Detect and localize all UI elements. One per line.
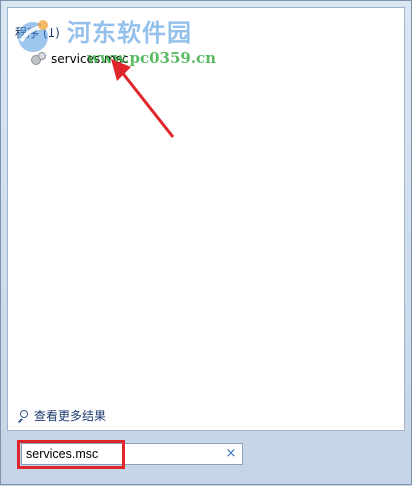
search-icon bbox=[17, 409, 29, 423]
clear-search-button[interactable]: × bbox=[224, 446, 238, 462]
start-menu-window: 程序 (1) services.msc 河东软件园 www.pc0359.cn … bbox=[0, 0, 412, 485]
see-more-results-link[interactable]: 查看更多结果 bbox=[17, 407, 106, 424]
result-item-services[interactable]: services.msc bbox=[27, 49, 133, 69]
see-more-label: 查看更多结果 bbox=[34, 409, 107, 423]
services-gear-icon bbox=[31, 52, 47, 66]
search-box[interactable]: × bbox=[21, 443, 243, 465]
results-group-header: 程序 (1) bbox=[15, 26, 60, 40]
search-results-panel bbox=[7, 7, 405, 431]
search-input[interactable] bbox=[26, 446, 216, 462]
result-item-label: services.msc bbox=[51, 52, 129, 66]
